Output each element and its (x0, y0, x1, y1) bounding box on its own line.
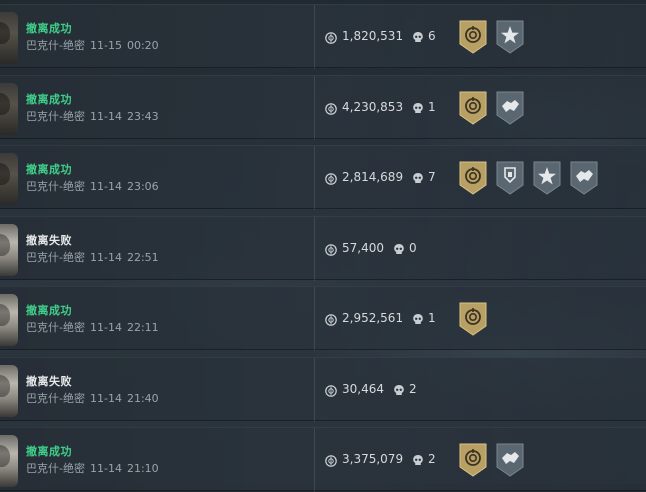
match-record-row[interactable]: 撤离成功巴克什-绝密 11-14 23:06 2,814,689 7 (0, 145, 646, 210)
match-time: 23:06 (126, 180, 159, 193)
extraction-status: 撤离成功 (26, 163, 72, 176)
operator-avatar (0, 294, 18, 346)
match-record-row[interactable]: 撤离成功巴克什-绝密 11-14 21:10 3,375,079 2 (0, 427, 646, 492)
coin-icon (325, 100, 337, 115)
match-time: 23:43 (126, 109, 159, 123)
match-date: 11-14 (89, 109, 122, 123)
match-time: 21:10 (126, 462, 159, 475)
match-date: 11-14 (89, 321, 122, 334)
extraction-status: 撤离失败 (26, 374, 72, 388)
map-name: 巴克什-绝密 (26, 39, 85, 52)
match-meta: 巴克什-绝密 11-14 21:10 (26, 460, 164, 476)
match-record-row[interactable]: 撤离成功巴克什-绝密 11-14 22:11 2,952,561 1 (0, 286, 646, 351)
silver-star-badge[interactable] (533, 161, 561, 195)
match-meta: 巴克什-绝密 11-14 23:06 (26, 178, 164, 194)
coin-icon (325, 452, 337, 467)
skull-icon (412, 29, 424, 42)
kill-count: 1 (428, 311, 436, 325)
kill-count: 7 (428, 170, 436, 184)
silver-handshake-badge[interactable] (496, 443, 524, 477)
silver-star-badge[interactable] (496, 20, 524, 54)
match-time: 22:51 (126, 250, 159, 264)
match-meta: 巴克什-绝密 11-14 22:51 (26, 249, 164, 265)
match-date: 11-14 (89, 180, 122, 193)
match-record-row[interactable]: 撤离成功巴克什-绝密 11-14 23:43 4,230,853 1 (0, 74, 646, 140)
coin-icon (325, 311, 337, 326)
column-divider (314, 75, 315, 140)
loot-value: 1,820,531 (342, 29, 404, 43)
column-divider (314, 146, 315, 210)
skull-icon (412, 100, 424, 113)
match-meta: 巴克什-绝密 11-14 23:43 (26, 108, 164, 124)
gold-target-badge[interactable] (459, 91, 487, 125)
operator-avatar (0, 82, 18, 135)
kill-count: 2 (409, 381, 417, 396)
match-record-list: 撤离成功 巴克什-绝密 11-15 00:20 1,820,531 6 撤离成功 巴克什-绝密… (0, 0, 646, 492)
match-date: 11-14 (89, 250, 122, 264)
match-meta: 巴克什-绝密 11-14 21:40 (26, 390, 164, 406)
skull-icon (412, 452, 424, 465)
match-time: 22:11 (126, 321, 159, 334)
match-date: 11-14 (89, 391, 122, 405)
operator-avatar (0, 435, 18, 487)
operator-avatar (0, 364, 18, 417)
coin-icon (325, 29, 337, 44)
extraction-status: 撤离成功 (26, 92, 72, 106)
operator-avatar (0, 12, 18, 64)
silver-handshake-badge[interactable] (496, 91, 524, 125)
operator-avatar (0, 223, 18, 276)
extraction-status: 撤离成功 (26, 304, 72, 317)
skull-icon (412, 311, 424, 324)
operator-avatar (0, 153, 18, 205)
silver-shield-badge[interactable] (496, 161, 524, 195)
gold-target-badge[interactable] (459, 161, 487, 195)
coin-icon (325, 170, 337, 185)
skull-icon (393, 382, 405, 395)
coin-icon (325, 241, 337, 256)
gold-target-badge[interactable] (459, 443, 487, 477)
match-date: 11-14 (89, 462, 122, 475)
map-name: 巴克什-绝密 (26, 180, 85, 193)
kill-count: 1 (428, 99, 436, 114)
coin-icon (325, 382, 337, 397)
loot-value: 57,400 (342, 240, 384, 255)
kill-count: 0 (409, 240, 417, 255)
match-meta: 巴克什-绝密 11-14 22:11 (26, 319, 164, 335)
extraction-status: 撤离成功 (26, 445, 72, 458)
silver-handshake-badge[interactable] (570, 161, 598, 195)
match-record-row[interactable]: 撤离失败巴克什-绝密 11-14 22:51 57,400 0 (0, 215, 646, 281)
match-date: 11-15 (89, 39, 122, 52)
map-name: 巴克什-绝密 (26, 250, 85, 264)
match-time: 00:20 (126, 39, 159, 52)
loot-value: 4,230,853 (342, 99, 404, 114)
map-name: 巴克什-绝密 (26, 321, 85, 334)
loot-value: 30,464 (342, 381, 384, 396)
extraction-status: 撤离成功 (26, 22, 72, 35)
gold-target-badge[interactable] (459, 302, 487, 336)
loot-value: 2,952,561 (342, 311, 404, 325)
extraction-status: 撤离失败 (26, 233, 72, 247)
match-meta: 巴克什-绝密 11-15 00:20 (26, 37, 164, 53)
column-divider (314, 216, 315, 281)
skull-icon (393, 241, 405, 254)
column-divider (314, 428, 315, 492)
kill-count: 6 (428, 29, 436, 43)
match-record-row[interactable]: 撤离失败巴克什-绝密 11-14 21:40 30,464 2 (0, 356, 646, 422)
skull-icon (412, 170, 424, 183)
column-divider (314, 5, 315, 69)
gold-target-badge[interactable] (459, 20, 487, 54)
loot-value: 2,814,689 (342, 170, 404, 184)
match-record-row[interactable]: 撤离成功巴克什-绝密 11-15 00:20 1,820,531 6 (0, 4, 646, 69)
column-divider (314, 357, 315, 422)
kill-count: 2 (428, 452, 436, 466)
match-time: 21:40 (126, 391, 159, 405)
map-name: 巴克什-绝密 (26, 109, 85, 123)
map-name: 巴克什-绝密 (26, 462, 85, 475)
loot-value: 3,375,079 (342, 452, 404, 466)
column-divider (314, 287, 315, 351)
map-name: 巴克什-绝密 (26, 391, 85, 405)
